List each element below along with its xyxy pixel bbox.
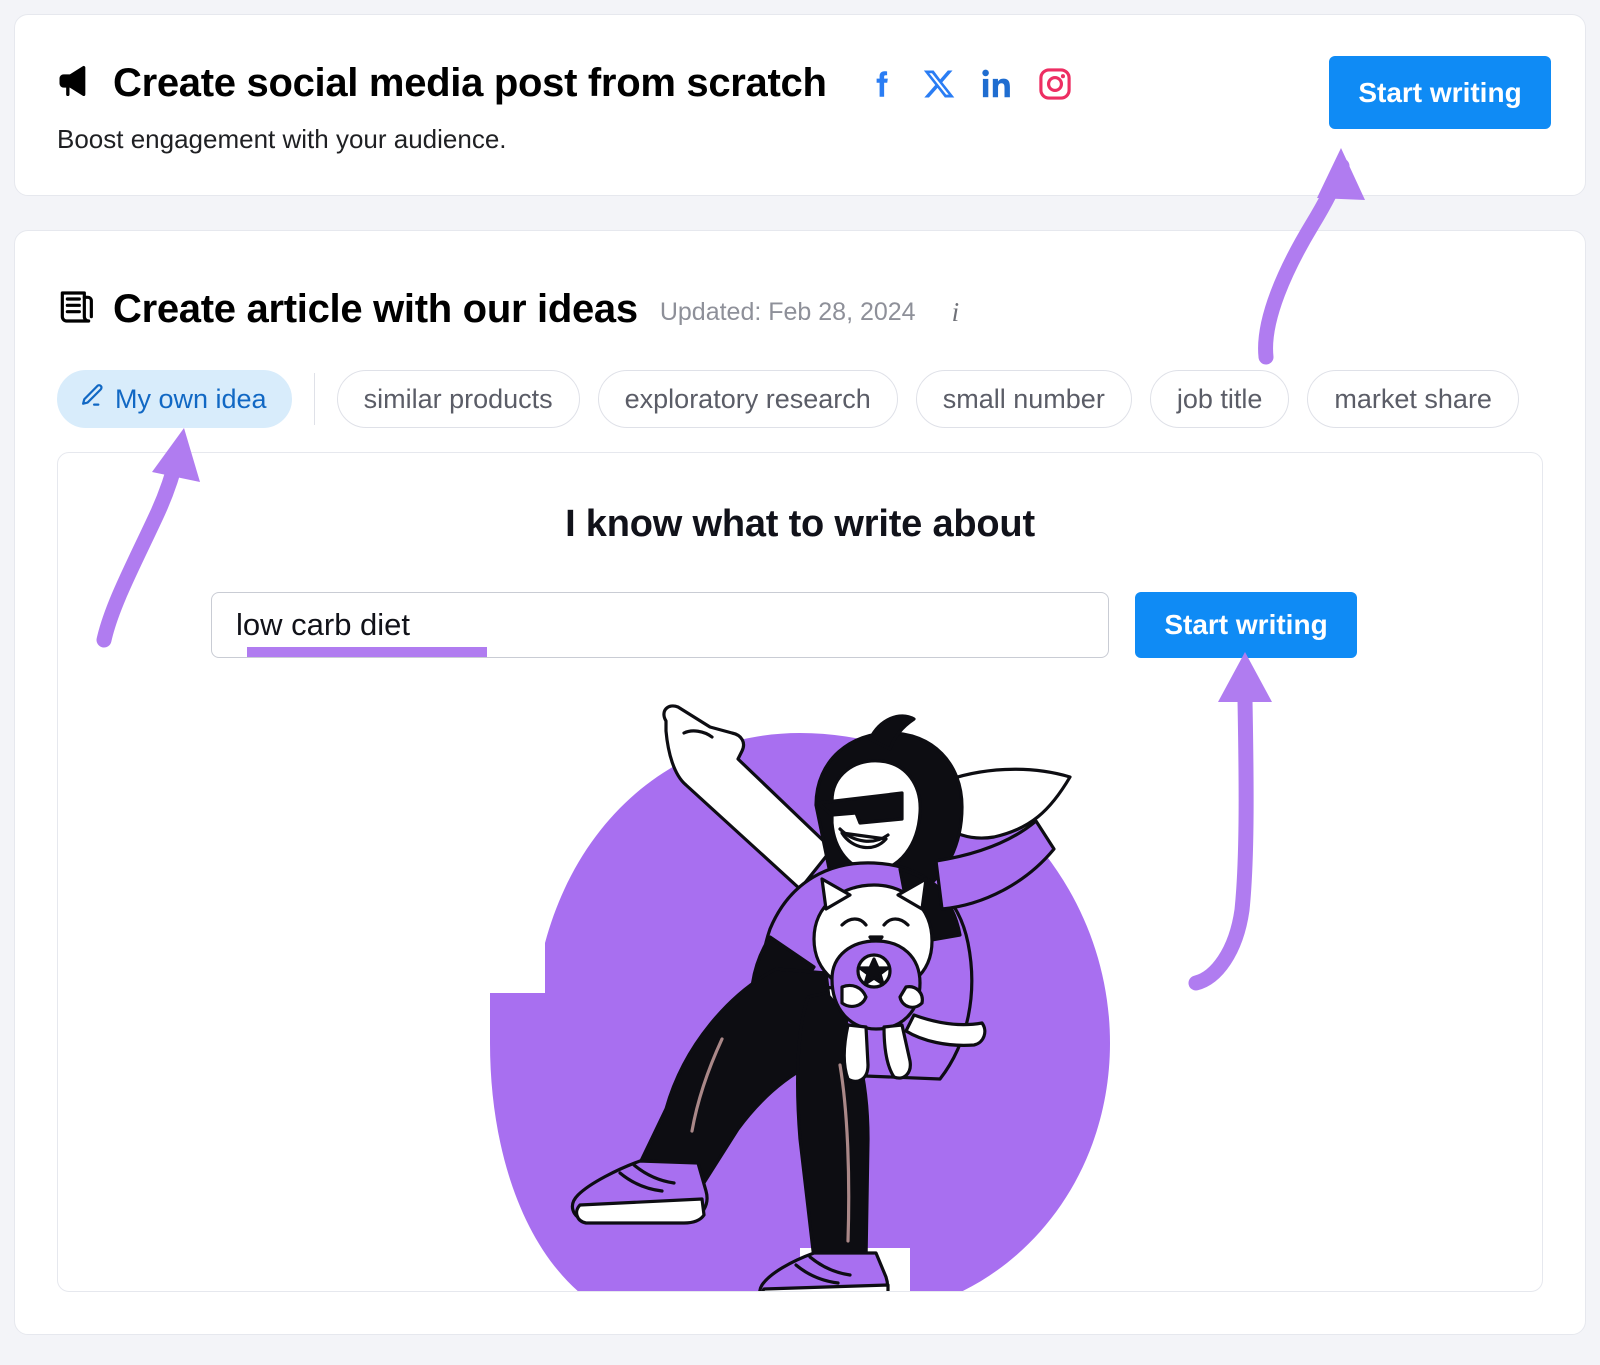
chip-small-number[interactable]: small number xyxy=(915,370,1132,428)
idea-chips-row: My own idea similar products exploratory… xyxy=(57,370,1551,428)
social-post-card: Create social media post from scratch Bo… xyxy=(14,14,1586,196)
panel-title: I know what to write about xyxy=(565,503,1035,545)
chips-divider xyxy=(313,373,315,425)
person-with-cat-illustration xyxy=(470,693,1130,1291)
topic-input-row: Start writing xyxy=(58,592,1542,658)
article-icon xyxy=(57,287,97,332)
panel-start-writing-button[interactable]: Start writing xyxy=(1135,592,1357,658)
social-start-writing-button[interactable]: Start writing xyxy=(1329,56,1551,129)
chip-job-title[interactable]: job title xyxy=(1149,370,1290,428)
page-root: Create social media post from scratch Bo… xyxy=(0,0,1600,1365)
chip-similar-products[interactable]: similar products xyxy=(336,370,580,428)
facebook-icon[interactable] xyxy=(865,66,899,102)
topic-input-panel: I know what to write about Start writing xyxy=(57,452,1543,1292)
article-ideas-card: Create article with our ideas Updated: F… xyxy=(14,230,1586,1335)
pencil-icon xyxy=(78,382,106,417)
chip-my-own-idea[interactable]: My own idea xyxy=(57,370,292,428)
chip-label: market share xyxy=(1334,383,1492,414)
page-title: Create social media post from scratch xyxy=(113,61,827,105)
megaphone-icon xyxy=(57,61,97,106)
chip-label: job title xyxy=(1176,383,1263,414)
chip-label: exploratory research xyxy=(624,383,871,414)
chip-exploratory-research[interactable]: exploratory research xyxy=(597,370,898,428)
social-card-subtitle: Boost engagement with your audience. xyxy=(57,124,507,154)
linkedin-icon[interactable] xyxy=(979,66,1015,102)
social-network-icons xyxy=(865,66,1073,102)
social-card-header: Create social media post from scratch xyxy=(57,61,1551,106)
updated-label: Updated: Feb 28, 2024 xyxy=(659,298,916,326)
article-card-header: Create article with our ideas Updated: F… xyxy=(57,287,1551,332)
info-icon[interactable]: i xyxy=(952,297,960,332)
article-card-title: Create article with our ideas xyxy=(113,287,638,331)
topic-input[interactable] xyxy=(211,592,1109,658)
instagram-icon[interactable] xyxy=(1037,66,1073,102)
chip-market-share[interactable]: market share xyxy=(1307,370,1519,428)
x-twitter-icon[interactable] xyxy=(921,66,957,102)
chip-label: similar products xyxy=(363,383,553,414)
chip-label: small number xyxy=(942,383,1105,414)
chip-label: My own idea xyxy=(115,383,267,414)
